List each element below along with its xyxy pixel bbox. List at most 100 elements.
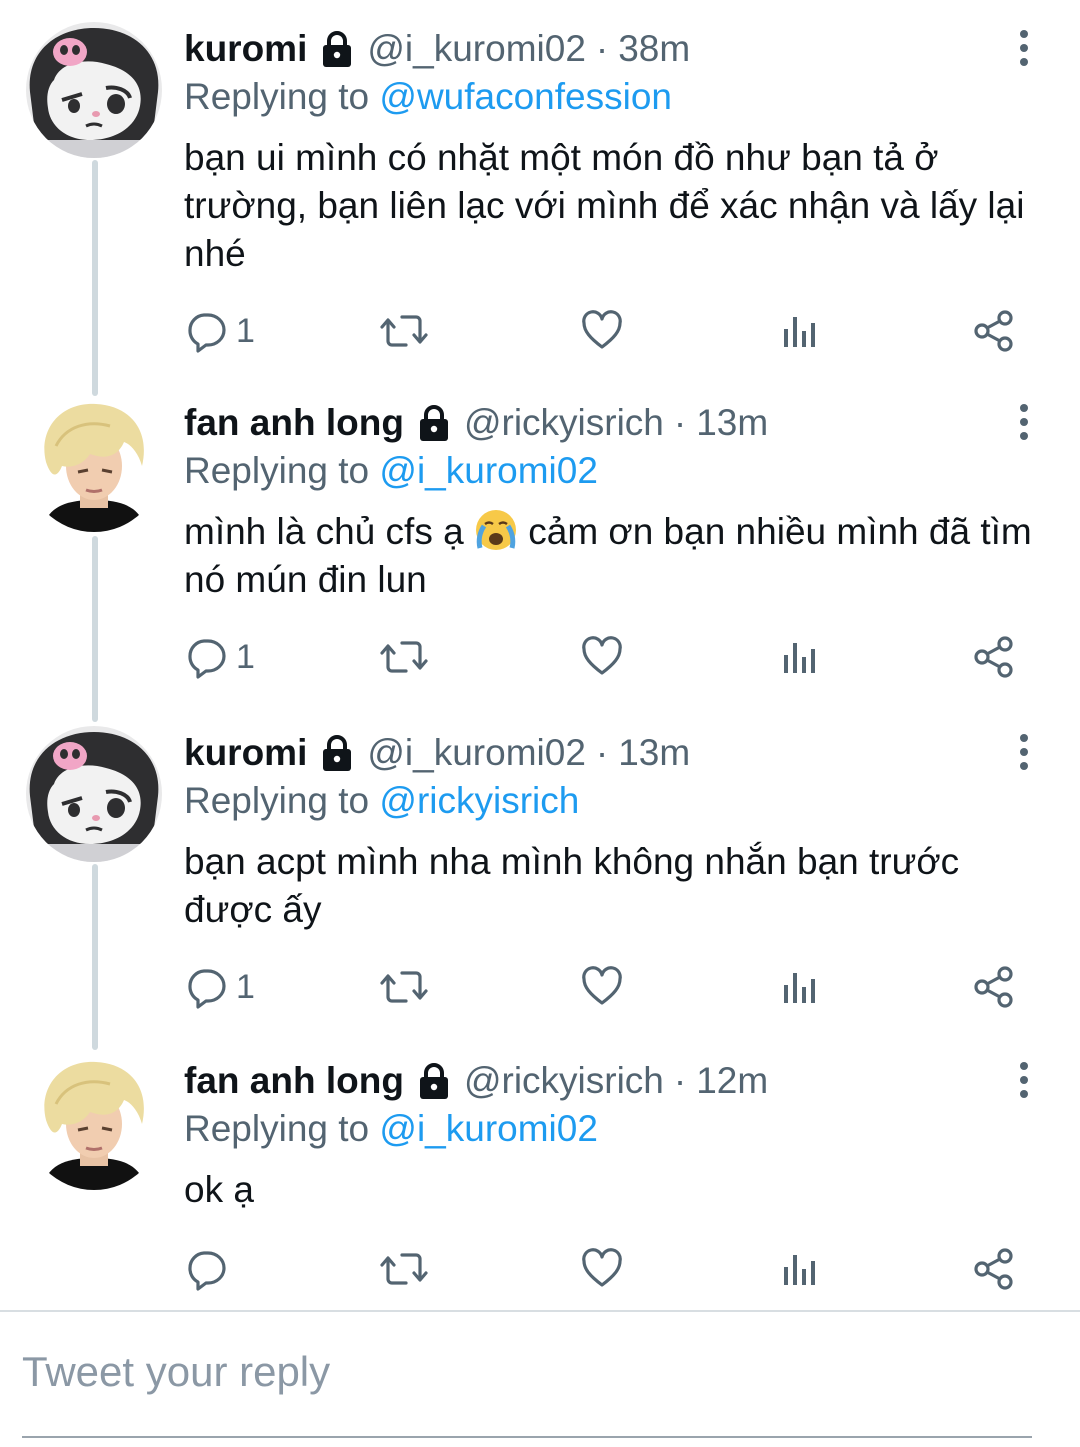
heart-icon — [580, 309, 624, 353]
analytics-button[interactable] — [778, 632, 822, 682]
timestamp[interactable]: 13m — [696, 400, 768, 446]
replying-to-label: Replying to — [184, 76, 370, 117]
reply-button[interactable] — [184, 1244, 236, 1294]
more-options-icon[interactable] — [1012, 1060, 1036, 1100]
lock-icon — [414, 403, 454, 443]
reply-button[interactable]: 1 — [184, 962, 255, 1012]
retweet-icon — [380, 635, 428, 679]
tweet-header: kuromi @i_kuromi02 · 13m — [184, 730, 690, 776]
lock-icon — [317, 29, 357, 69]
analytics-icon — [778, 635, 822, 679]
share-icon — [972, 1247, 1016, 1291]
more-options-icon[interactable] — [1012, 28, 1036, 68]
retweet-button[interactable] — [380, 632, 428, 682]
reply-count: 1 — [236, 311, 255, 350]
reply-button[interactable]: 1 — [184, 306, 255, 356]
separator: · — [595, 28, 609, 69]
tweet-actions: 1 — [184, 632, 1040, 682]
timestamp[interactable]: 12m — [696, 1058, 768, 1104]
retweet-icon — [380, 309, 428, 353]
share-icon — [972, 635, 1016, 679]
replying-to: Replying to @i_kuromi02 — [184, 1106, 598, 1152]
retweet-button[interactable] — [380, 1244, 428, 1294]
analytics-icon — [778, 965, 822, 1009]
tweet-header: kuromi @i_kuromi02 · 38m — [184, 26, 690, 72]
like-button[interactable] — [580, 306, 624, 356]
reply-count: 1 — [236, 637, 255, 676]
replying-to: Replying to @rickyisrich — [184, 778, 579, 824]
avatar[interactable] — [26, 396, 162, 532]
tweet-header: fan anh long @rickyisrich · 12m — [184, 1058, 768, 1104]
tweet[interactable]: kuromi @i_kuromi02 · 13m Replying to @ri… — [0, 726, 1080, 1026]
share-button[interactable] — [972, 1244, 1016, 1294]
retweet-icon — [380, 1247, 428, 1291]
reply-thread: kuromi @i_kuromi02 · 38m Replying to @wu… — [0, 0, 1080, 1310]
retweet-button[interactable] — [380, 306, 428, 356]
retweet-button[interactable] — [380, 962, 428, 1012]
tweet-actions — [184, 1244, 1040, 1294]
input-underline — [22, 1436, 1032, 1438]
reply-icon — [184, 309, 228, 353]
tweet-text-part: mình là chủ cfs ạ — [184, 511, 464, 552]
author-handle[interactable]: @rickyisrich — [464, 1058, 664, 1104]
analytics-icon — [778, 309, 822, 353]
share-icon — [972, 309, 1016, 353]
replying-to-label: Replying to — [184, 780, 370, 821]
mention-link[interactable]: @rickyisrich — [379, 780, 579, 821]
tweet[interactable]: fan anh long @rickyisrich · 12m Replying… — [0, 1054, 1080, 1304]
heart-icon — [580, 1247, 624, 1291]
like-button[interactable] — [580, 632, 624, 682]
author-name[interactable]: fan anh long — [184, 400, 404, 446]
share-button[interactable] — [972, 632, 1016, 682]
analytics-icon — [778, 1247, 822, 1291]
replying-to: Replying to @i_kuromi02 — [184, 448, 598, 494]
tweet-actions: 1 — [184, 962, 1040, 1012]
lock-icon — [317, 733, 357, 773]
tweet[interactable]: fan anh long @rickyisrich · 13m Replying… — [0, 396, 1080, 696]
compose-bar — [0, 1312, 1080, 1447]
timestamp[interactable]: 13m — [618, 730, 690, 776]
avatar[interactable] — [26, 22, 162, 158]
mention-link[interactable]: @wufaconfession — [379, 76, 672, 117]
share-icon — [972, 965, 1016, 1009]
author-handle[interactable]: @i_kuromi02 — [367, 730, 586, 776]
separator: · — [673, 402, 687, 443]
analytics-button[interactable] — [778, 962, 822, 1012]
tweet[interactable]: kuromi @i_kuromi02 · 38m Replying to @wu… — [0, 22, 1080, 372]
replying-to: Replying to @wufaconfession — [184, 74, 672, 120]
timestamp[interactable]: 38m — [618, 26, 690, 72]
tweet-text: bạn ui mình có nhặt một món đồ như bạn t… — [184, 137, 1025, 274]
replying-to-label: Replying to — [184, 450, 370, 491]
reply-count: 1 — [236, 967, 255, 1006]
like-button[interactable] — [580, 962, 624, 1012]
analytics-button[interactable] — [778, 306, 822, 356]
reply-input[interactable] — [22, 1342, 1032, 1402]
heart-icon — [580, 635, 624, 679]
separator: · — [595, 732, 609, 773]
share-button[interactable] — [972, 962, 1016, 1012]
analytics-button[interactable] — [778, 1244, 822, 1294]
mention-link[interactable]: @i_kuromi02 — [379, 1108, 598, 1149]
author-name[interactable]: kuromi — [184, 26, 307, 72]
tweet-text: bạn acpt mình nha mình không nhắn bạn tr… — [184, 841, 960, 930]
more-options-icon[interactable] — [1012, 732, 1036, 772]
tweet-text: ok ạ — [184, 1169, 254, 1210]
reply-button[interactable]: 1 — [184, 632, 255, 682]
reply-icon — [184, 1247, 228, 1291]
avatar[interactable] — [26, 1054, 162, 1190]
share-button[interactable] — [972, 306, 1016, 356]
avatar[interactable] — [26, 726, 162, 862]
crying-face-icon — [474, 508, 518, 552]
author-handle[interactable]: @rickyisrich — [464, 400, 664, 446]
tweet-text: mình là chủ cfs ạ cảm ơn bạn nhiều mình … — [184, 508, 1044, 604]
reply-icon — [184, 965, 228, 1009]
heart-icon — [580, 965, 624, 1009]
more-options-icon[interactable] — [1012, 402, 1036, 442]
author-handle[interactable]: @i_kuromi02 — [367, 26, 586, 72]
mention-link[interactable]: @i_kuromi02 — [379, 450, 598, 491]
author-name[interactable]: fan anh long — [184, 1058, 404, 1104]
tweet-header: fan anh long @rickyisrich · 13m — [184, 400, 768, 446]
reply-icon — [184, 635, 228, 679]
like-button[interactable] — [580, 1244, 624, 1294]
author-name[interactable]: kuromi — [184, 730, 307, 776]
